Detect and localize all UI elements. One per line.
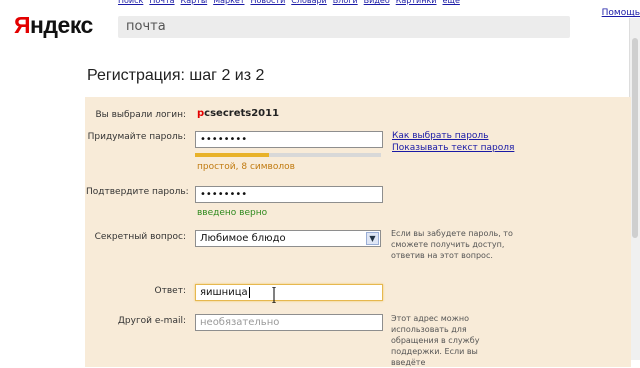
secret-question-value: Любимое блюдо — [200, 233, 286, 244]
secret-question-note: Если вы забудете пароль, то сможете полу… — [391, 229, 513, 260]
show-password-text-link[interactable]: Показывать текст пароля — [392, 142, 514, 154]
logo-rest: ндекс — [30, 12, 93, 38]
search-input[interactable]: почта — [118, 16, 570, 38]
help-link[interactable]: Помощь — [602, 8, 640, 18]
nav-link-maps[interactable]: Карты — [181, 0, 208, 8]
chevron-down-icon[interactable]: ▼ — [366, 232, 379, 245]
secret-question-label: Секретный вопрос: — [94, 232, 186, 242]
password-strength-text: простой, 8 символов — [197, 162, 295, 172]
password-strength-bar — [195, 153, 381, 157]
answer-label: Ответ: — [154, 286, 186, 296]
nav-link-images[interactable]: Картинки — [396, 0, 437, 8]
login-value: pcsecrets2011 — [197, 108, 279, 119]
nav-link-video[interactable]: Видео — [364, 0, 390, 8]
answer-field[interactable]: яишница — [195, 284, 383, 301]
other-email-label: Другой e-mail: — [117, 316, 186, 326]
other-email-field[interactable]: необязательно — [195, 314, 383, 331]
confirm-password-label: Подтвердите пароль: — [86, 187, 189, 197]
top-navigation: Поиск Почта Карты Маркет Новости Словари… — [118, 0, 460, 8]
yandex-logo[interactable]: Яндекс — [14, 12, 93, 39]
nav-link-blogs[interactable]: Блоги — [333, 0, 358, 8]
secret-question-select[interactable]: Любимое блюдо ▼ — [195, 230, 381, 247]
nav-link-mail[interactable]: Почта — [149, 0, 174, 8]
confirm-password-field[interactable]: •••••••• — [195, 186, 383, 203]
logo-first-letter: Я — [14, 12, 31, 38]
password-strength-fill — [195, 153, 270, 157]
password-links: Как выбрать пароль Показывать текст паро… — [392, 130, 514, 154]
password-label: Придумайте пароль: — [87, 132, 186, 142]
choose-password-link[interactable]: Как выбрать пароль — [392, 130, 514, 142]
password-field[interactable]: •••••••• — [195, 131, 383, 148]
nav-link-news[interactable]: Новости — [250, 0, 285, 8]
nav-link-more[interactable]: ещё — [443, 0, 460, 8]
text-caret — [248, 287, 250, 298]
scrollbar-thumb[interactable] — [632, 38, 638, 238]
nav-link-search[interactable]: Поиск — [118, 0, 143, 8]
nav-link-dictionaries[interactable]: Словари — [291, 0, 327, 8]
login-value-rest: csecrets2011 — [204, 108, 280, 119]
other-email-placeholder: необязательно — [200, 317, 280, 328]
confirm-status-text: введено верно — [197, 208, 268, 218]
text-cursor-icon — [272, 287, 276, 303]
page-title: Регистрация: шаг 2 из 2 — [87, 67, 265, 84]
answer-value: яишница — [200, 287, 248, 298]
nav-link-market[interactable]: Маркет — [213, 0, 244, 8]
login-label: Вы выбрали логин: — [95, 110, 186, 120]
